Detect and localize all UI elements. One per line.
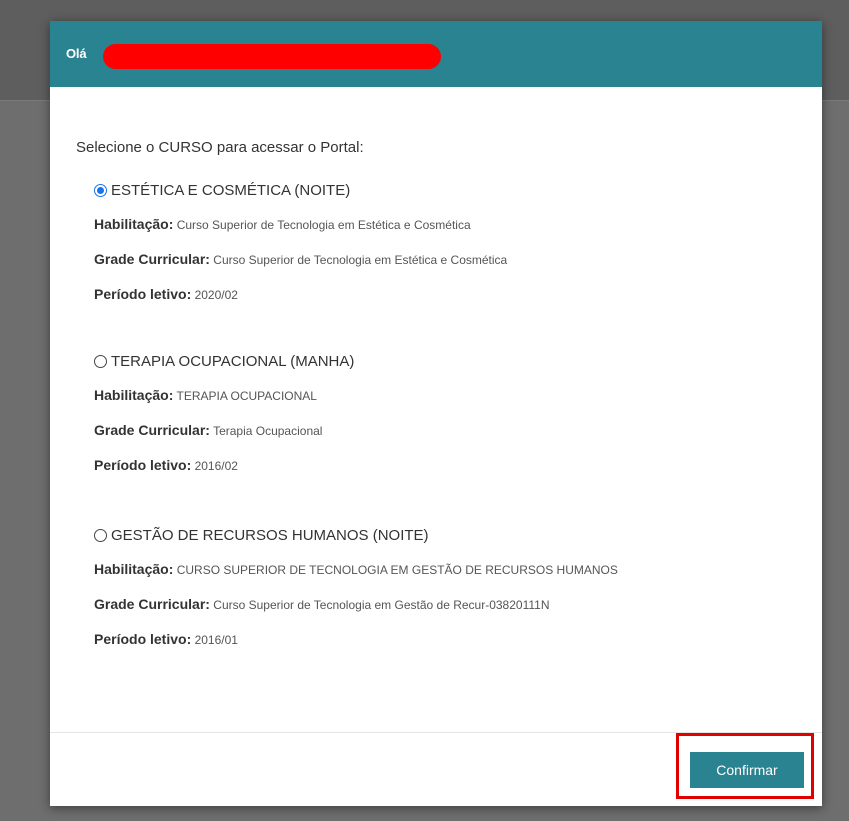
radio-unchecked-icon[interactable]	[94, 528, 107, 542]
periodo-value: 2016/01	[194, 633, 238, 647]
course-habilitacao: Habilitação: TERAPIA OCUPACIONAL	[94, 385, 794, 405]
periodo-value: 2016/02	[194, 459, 238, 473]
periodo-label: Período letivo:	[94, 631, 192, 647]
course-periodo: Período letivo: 2020/02	[94, 284, 794, 304]
periodo-value: 2020/02	[194, 288, 238, 302]
confirm-button[interactable]: Confirmar	[690, 752, 804, 788]
course-title: GESTÃO DE RECURSOS HUMANOS (NOITE)	[111, 526, 429, 544]
course-grade: Grade Curricular: Curso Superior de Tecn…	[94, 594, 794, 614]
habilitacao-label: Habilitação:	[94, 561, 174, 577]
course-option[interactable]: ESTÉTICA E COSMÉTICA (NOITE) Habilitação…	[94, 180, 794, 304]
course-grade: Grade Curricular: Curso Superior de Tecn…	[94, 249, 794, 269]
habilitacao-value: Curso Superior de Tecnologia em Estética…	[176, 218, 471, 232]
grade-label: Grade Curricular:	[94, 422, 210, 438]
grade-value: Curso Superior de Tecnologia em Gestão d…	[213, 598, 550, 612]
habilitacao-value: TERAPIA OCUPACIONAL	[176, 389, 317, 403]
habilitacao-value: CURSO SUPERIOR DE TECNOLOGIA EM GESTÃO D…	[176, 563, 618, 577]
course-selection-modal: Olá Selecione o CURSO para acessar o Por…	[50, 21, 822, 806]
radio-checked-icon[interactable]	[94, 183, 107, 197]
modal-header: Olá	[50, 21, 822, 87]
periodo-label: Período letivo:	[94, 457, 192, 473]
periodo-label: Período letivo:	[94, 286, 192, 302]
course-option[interactable]: TERAPIA OCUPACIONAL (MANHA) Habilitação:…	[94, 351, 794, 475]
habilitacao-label: Habilitação:	[94, 387, 174, 403]
course-title: ESTÉTICA E COSMÉTICA (NOITE)	[111, 181, 351, 199]
redacted-user-name	[103, 44, 441, 69]
course-title: TERAPIA OCUPACIONAL (MANHA)	[111, 352, 355, 370]
course-title-row[interactable]: GESTÃO DE RECURSOS HUMANOS (NOITE)	[94, 525, 794, 545]
habilitacao-label: Habilitação:	[94, 216, 174, 232]
course-title-row[interactable]: ESTÉTICA E COSMÉTICA (NOITE)	[94, 180, 794, 200]
course-prompt: Selecione o CURSO para acessar o Portal:	[76, 139, 364, 156]
course-habilitacao: Habilitação: Curso Superior de Tecnologi…	[94, 214, 794, 234]
radio-unchecked-icon[interactable]	[94, 354, 107, 368]
course-periodo: Período letivo: 2016/01	[94, 629, 794, 649]
grade-value: Terapia Ocupacional	[213, 424, 323, 438]
course-option[interactable]: GESTÃO DE RECURSOS HUMANOS (NOITE) Habil…	[94, 525, 794, 649]
course-habilitacao: Habilitação: CURSO SUPERIOR DE TECNOLOGI…	[94, 559, 794, 579]
grade-value: Curso Superior de Tecnologia em Estética…	[213, 253, 508, 267]
greeting-text: Olá	[66, 46, 87, 61]
grade-label: Grade Curricular:	[94, 596, 210, 612]
course-grade: Grade Curricular: Terapia Ocupacional	[94, 420, 794, 440]
course-title-row[interactable]: TERAPIA OCUPACIONAL (MANHA)	[94, 351, 794, 371]
course-periodo: Período letivo: 2016/02	[94, 455, 794, 475]
grade-label: Grade Curricular:	[94, 251, 210, 267]
